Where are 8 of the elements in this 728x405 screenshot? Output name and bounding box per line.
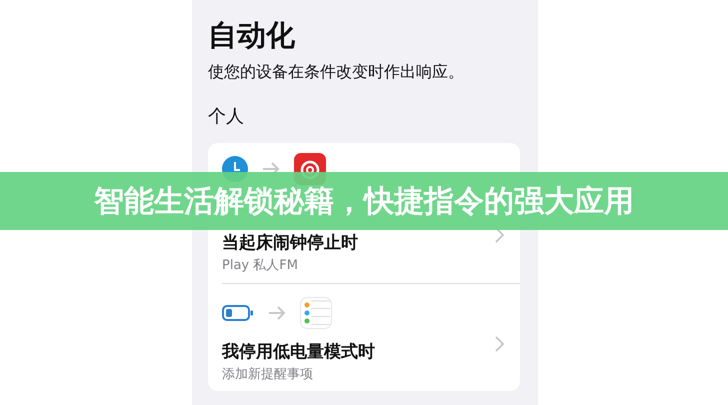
automation-title[interactable]: 当起床闹钟停止时 bbox=[222, 232, 358, 254]
headline-banner: 智能生活解锁秘籍，快捷指令的强大应用 bbox=[0, 172, 728, 230]
page-subtitle: 使您的设备在条件改变时作出响应。 bbox=[208, 62, 465, 82]
automation-detail: Play 私人FM bbox=[222, 258, 299, 274]
automation-detail: 添加新提醒事项 bbox=[222, 367, 314, 383]
section-heading: 个人 bbox=[208, 106, 245, 128]
page-title: 自动化 bbox=[208, 18, 296, 52]
automation-title[interactable]: 我停用低电量模式时 bbox=[222, 341, 375, 363]
